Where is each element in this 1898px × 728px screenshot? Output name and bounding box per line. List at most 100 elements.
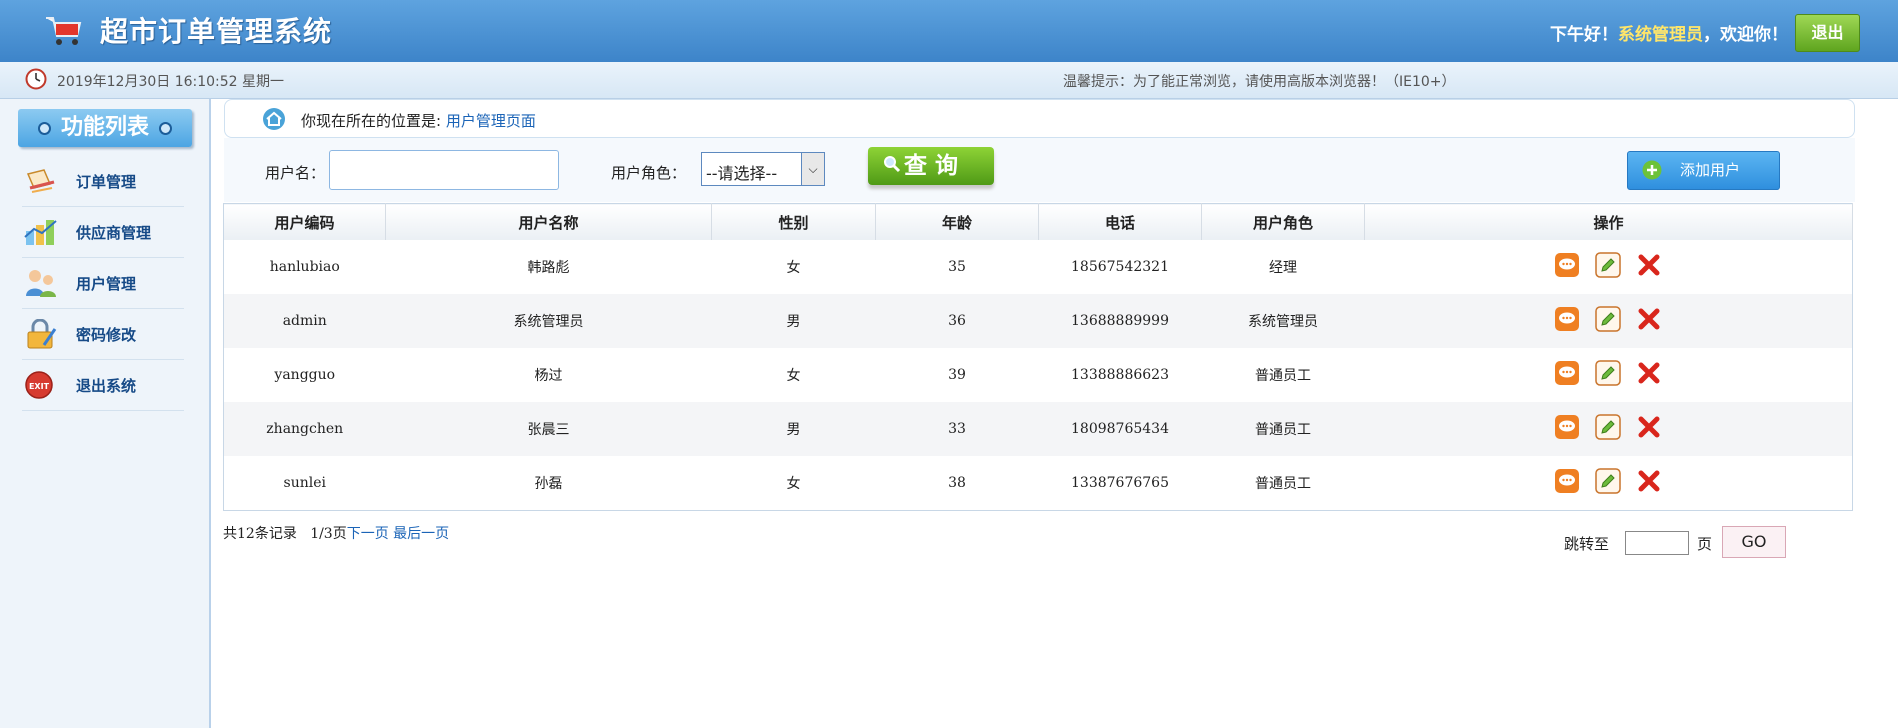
edit-icon[interactable] bbox=[1595, 414, 1621, 440]
cell-age: 38 bbox=[875, 456, 1039, 511]
breadcrumb-text: 你现在所在的位置是: 用户管理页面 bbox=[301, 110, 536, 131]
view-icon[interactable] bbox=[1554, 360, 1580, 386]
cell-phone: 13388886623 bbox=[1038, 348, 1202, 402]
cell-gender: 女 bbox=[711, 348, 876, 402]
view-icon[interactable] bbox=[1554, 468, 1580, 494]
sidebar-item-exit[interactable]: EXIT 退出系统 bbox=[22, 360, 184, 411]
logout-button[interactable]: 退出 bbox=[1795, 14, 1860, 52]
column-header: 操作 bbox=[1364, 203, 1853, 240]
column-header: 用户编码 bbox=[223, 203, 386, 240]
row-actions bbox=[1554, 252, 1662, 278]
edit-icon[interactable] bbox=[1595, 252, 1621, 278]
cell-user-name: 韩路彪 bbox=[385, 240, 712, 294]
sidebar-item-users[interactable]: 用户管理 bbox=[22, 258, 184, 309]
row-actions bbox=[1554, 468, 1662, 494]
search-bar: 用户名： 用户角色： --请选择-- ⌵ 查 询 添加用户 bbox=[224, 138, 1855, 202]
table-row: admin 系统管理员 男 36 13688889999 系统管理员 bbox=[223, 294, 1853, 348]
view-icon[interactable] bbox=[1554, 306, 1580, 332]
table-row: zhangchen 张晨三 男 33 18098765434 普通员工 bbox=[223, 402, 1853, 456]
cell-user-name: 系统管理员 bbox=[385, 294, 712, 348]
jump-page-input[interactable] bbox=[1625, 531, 1689, 555]
query-button-label: 查 询 bbox=[904, 153, 959, 179]
username-input[interactable] bbox=[329, 150, 559, 190]
delete-icon[interactable] bbox=[1636, 414, 1662, 440]
view-icon[interactable] bbox=[1554, 252, 1580, 278]
row-actions bbox=[1554, 360, 1662, 386]
user-table: 用户编码 用户名称 性别 年龄 电话 用户角色 操作 hanlubiao 韩路彪… bbox=[223, 203, 1853, 511]
delete-icon[interactable] bbox=[1636, 360, 1662, 386]
edit-icon[interactable] bbox=[1595, 306, 1621, 332]
table-body: hanlubiao 韩路彪 女 35 18567542321 经理 admin … bbox=[223, 240, 1853, 511]
cell-gender: 男 bbox=[711, 294, 876, 348]
jump-unit-label: 页 bbox=[1697, 535, 1713, 553]
query-button[interactable]: 查 询 bbox=[868, 147, 994, 185]
sidebar-item-label: 用户管理 bbox=[76, 275, 137, 293]
cell-age: 36 bbox=[875, 294, 1039, 348]
edit-icon[interactable] bbox=[1595, 468, 1621, 494]
row-actions bbox=[1554, 414, 1662, 440]
cell-role: 普通员工 bbox=[1201, 402, 1365, 456]
users-icon bbox=[26, 270, 56, 297]
sidebar: 功能列表 订单管理 供应商管理 用户管理 密码修改 EXIT 退出系统 bbox=[0, 99, 211, 728]
table-header-row: 用户编码 用户名称 性别 年龄 电话 用户角色 操作 bbox=[223, 203, 1853, 240]
home-icon bbox=[263, 108, 285, 130]
cell-age: 33 bbox=[875, 402, 1039, 456]
sidebar-item-suppliers[interactable]: 供应商管理 bbox=[22, 207, 184, 258]
last-page-link[interactable]: 最后一页 bbox=[393, 526, 449, 542]
delete-icon[interactable] bbox=[1636, 252, 1662, 278]
role-label: 用户角色： bbox=[611, 164, 687, 182]
bullet-icon bbox=[37, 121, 51, 135]
edit-icon[interactable] bbox=[1595, 360, 1621, 386]
plus-icon bbox=[1642, 160, 1662, 180]
sidebar-item-password[interactable]: 密码修改 bbox=[22, 309, 184, 360]
sidebar-item-label: 退出系统 bbox=[76, 377, 137, 395]
cell-role: 经理 bbox=[1201, 240, 1365, 294]
chevron-down-icon[interactable]: ⌵ bbox=[801, 153, 824, 185]
breadcrumb-current[interactable]: 用户管理页面 bbox=[446, 112, 536, 130]
cell-user-name: 孙磊 bbox=[385, 456, 712, 511]
sidebar-item-label: 密码修改 bbox=[76, 326, 137, 344]
sidebar-title: 功能列表 bbox=[18, 109, 192, 147]
cell-user-code: yangguo bbox=[223, 348, 386, 402]
greeting-prefix: 下午好！ bbox=[1550, 25, 1618, 45]
order-icon bbox=[26, 169, 55, 193]
next-page-link[interactable]: 下一页 bbox=[347, 526, 389, 542]
table-row: hanlubiao 韩路彪 女 35 18567542321 经理 bbox=[223, 240, 1853, 294]
greeting-suffix: ，欢迎你！ bbox=[1703, 25, 1788, 45]
browser-tip: 温馨提示：为了能正常浏览，请使用高版本浏览器！（IE10+） bbox=[1063, 74, 1456, 90]
column-header: 用户名称 bbox=[385, 203, 712, 240]
delete-icon[interactable] bbox=[1636, 468, 1662, 494]
status-bar: 2019年12月30日 16:10:52 星期一 温馨提示：为了能正常浏览，请使… bbox=[0, 62, 1898, 99]
add-user-button[interactable]: 添加用户 bbox=[1627, 151, 1780, 190]
lock-icon bbox=[27, 319, 57, 349]
cell-user-code: zhangchen bbox=[223, 402, 386, 456]
magnifier-icon bbox=[884, 156, 901, 173]
role-select[interactable]: --请选择-- ⌵ bbox=[701, 152, 825, 186]
sidebar-item-label: 订单管理 bbox=[76, 173, 137, 191]
view-icon[interactable] bbox=[1554, 414, 1580, 440]
delete-icon[interactable] bbox=[1636, 306, 1662, 332]
shopping-cart-icon bbox=[46, 17, 82, 45]
cell-actions bbox=[1364, 402, 1853, 456]
cell-actions bbox=[1364, 348, 1853, 402]
pagination-info: 共12条记录 1/3页下一页 最后一页 bbox=[223, 523, 449, 543]
cell-gender: 女 bbox=[711, 240, 876, 294]
column-header: 电话 bbox=[1038, 203, 1202, 240]
svg-text:EXIT: EXIT bbox=[29, 382, 50, 391]
go-button[interactable]: GO bbox=[1722, 526, 1786, 558]
column-header: 年龄 bbox=[875, 203, 1039, 240]
cell-user-code: admin bbox=[223, 294, 386, 348]
cell-gender: 女 bbox=[711, 456, 876, 511]
cell-actions bbox=[1364, 240, 1853, 294]
current-user-name: 系统管理员 bbox=[1618, 25, 1703, 45]
sidebar-title-label: 功能列表 bbox=[60, 115, 149, 140]
bullet-icon bbox=[159, 121, 172, 135]
cell-user-name: 杨过 bbox=[385, 348, 712, 402]
current-page: 1/3页 bbox=[310, 526, 347, 542]
sidebar-item-orders[interactable]: 订单管理 bbox=[22, 156, 184, 207]
clock-icon bbox=[25, 68, 47, 90]
cell-role: 系统管理员 bbox=[1201, 294, 1365, 348]
cell-actions bbox=[1364, 456, 1853, 511]
row-actions bbox=[1554, 306, 1662, 332]
app-title: 超市订单管理系统 bbox=[100, 15, 333, 48]
